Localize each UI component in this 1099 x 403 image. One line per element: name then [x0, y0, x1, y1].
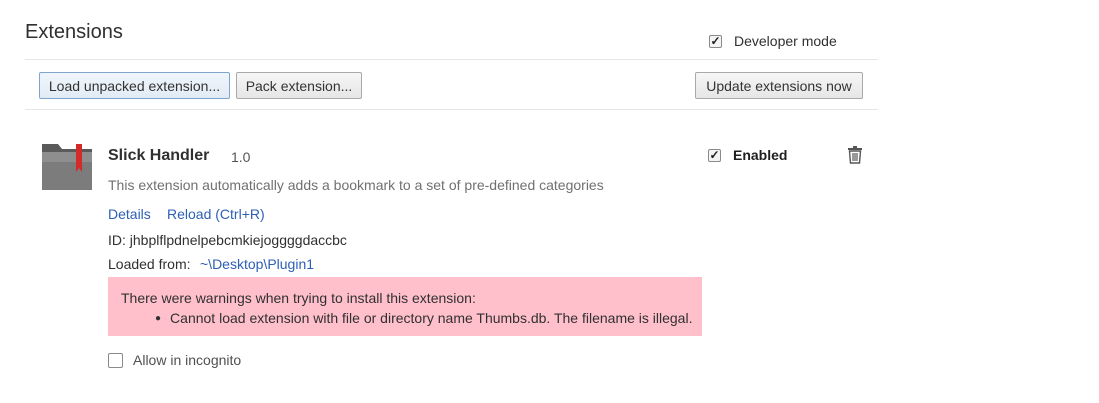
extension-name: Slick Handler — [108, 147, 210, 164]
developer-mode-label: Developer mode — [734, 33, 837, 49]
page-title: Extensions — [25, 21, 123, 43]
incognito-toggle[interactable]: Allow in incognito — [108, 352, 241, 368]
extension-folder-icon — [40, 140, 94, 192]
divider — [25, 59, 878, 60]
load-unpacked-extension-button[interactable]: Load unpacked extension... — [39, 72, 230, 99]
developer-mode-toggle[interactable]: ✓ Developer mode — [709, 33, 837, 49]
developer-mode-checkbox[interactable]: ✓ — [709, 34, 722, 48]
warning-box: There were warnings when trying to insta… — [108, 277, 702, 336]
update-extensions-button[interactable]: Update extensions now — [695, 72, 863, 99]
enabled-label: Enabled — [733, 147, 788, 163]
pack-extension-button[interactable]: Pack extension... — [236, 72, 362, 99]
warning-item-text: Cannot load extension with file or direc… — [170, 310, 693, 326]
reload-link[interactable]: Reload (Ctrl+R) — [167, 206, 265, 222]
extension-description: This extension automatically adds a book… — [108, 177, 604, 193]
extension-id: ID: jhbplflpdnelpebcmkiejoggggdaccbc — [108, 232, 347, 248]
enabled-checkbox[interactable]: ✓ — [708, 148, 721, 162]
details-link[interactable]: Details — [108, 206, 151, 222]
warning-title: There were warnings when trying to insta… — [121, 290, 476, 306]
loaded-from-path-link[interactable]: ~\Desktop\Plugin1 — [200, 256, 314, 272]
enabled-toggle[interactable]: ✓ Enabled — [708, 147, 787, 163]
trash-icon[interactable] — [847, 146, 863, 164]
extension-version: 1.0 — [231, 149, 251, 165]
divider — [25, 109, 878, 110]
incognito-label: Allow in incognito — [133, 352, 242, 368]
loaded-from-label: Loaded from: — [108, 256, 191, 272]
incognito-checkbox[interactable] — [108, 352, 123, 368]
warning-list-item: ● Cannot load extension with file or dir… — [155, 310, 692, 326]
bullet-icon: ● — [155, 312, 162, 324]
